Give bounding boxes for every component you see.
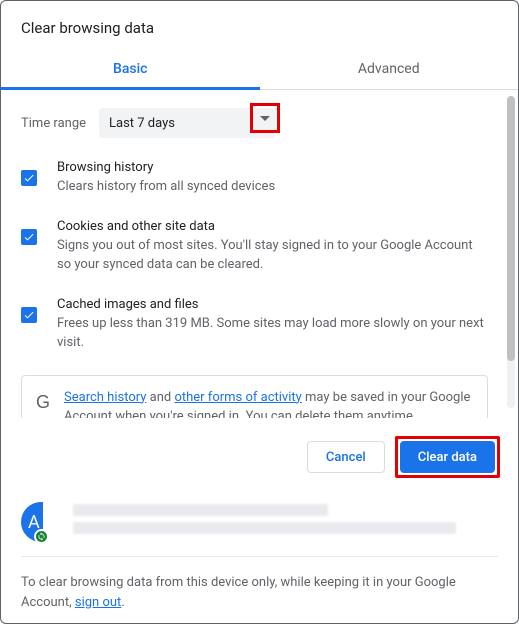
info-text: Search history and other forms of activi…: [64, 388, 473, 419]
checkbox-cache[interactable]: [21, 307, 37, 323]
google-logo-icon: G: [36, 392, 50, 413]
redacted-account-info: [73, 504, 498, 540]
highlight-dropdown-caret: [250, 103, 280, 133]
other-activity-link[interactable]: other forms of activity: [174, 390, 301, 405]
tab-advanced[interactable]: Advanced: [260, 49, 519, 89]
account-row: A: [1, 496, 518, 556]
option-cache: Cached images and files Frees up less th…: [21, 297, 498, 353]
check-icon: [23, 231, 35, 243]
dialog-buttons: Cancel Clear data: [1, 418, 518, 496]
chevron-down-icon: [260, 116, 270, 121]
time-range-select[interactable]: Last 7 days: [99, 108, 275, 138]
sync-badge-icon: [34, 529, 49, 544]
clear-browsing-data-dialog: Clear browsing data Basic Advanced Time …: [1, 1, 518, 623]
check-icon: [23, 309, 35, 321]
time-range-row: Time range Last 7 days: [21, 108, 498, 138]
sign-out-link[interactable]: sign out: [75, 595, 121, 610]
option-title: Cached images and files: [57, 297, 488, 312]
highlight-clear-button: Clear data: [395, 436, 500, 478]
check-icon: [23, 172, 35, 184]
checkbox-cookies[interactable]: [21, 229, 37, 245]
option-browsing-history: Browsing history Clears history from all…: [21, 160, 498, 197]
dialog-title: Clear browsing data: [1, 1, 518, 45]
tab-basic[interactable]: Basic: [1, 49, 260, 89]
option-title: Browsing history: [57, 160, 488, 175]
tab-bar: Basic Advanced: [1, 49, 518, 90]
option-title: Cookies and other site data: [57, 219, 488, 234]
avatar: A: [21, 502, 61, 542]
cancel-button[interactable]: Cancel: [307, 441, 385, 473]
option-cookies: Cookies and other site data Signs you ou…: [21, 219, 498, 275]
time-range-value: Last 7 days: [109, 116, 175, 131]
checkbox-browsing-history[interactable]: [21, 170, 37, 186]
footer-text: To clear browsing data from this device …: [1, 557, 518, 612]
clear-data-button[interactable]: Clear data: [400, 441, 495, 473]
time-range-label: Time range: [21, 116, 99, 131]
option-desc: Frees up less than 319 MB. Some sites ma…: [57, 314, 488, 353]
scrollbar-thumb[interactable]: [507, 96, 515, 361]
google-account-info-box: G Search history and other forms of acti…: [21, 375, 488, 419]
search-history-link[interactable]: Search history: [64, 390, 146, 405]
option-desc: Clears history from all synced devices: [57, 177, 488, 197]
scrollbar[interactable]: [507, 96, 515, 408]
option-desc: Signs you out of most sites. You'll stay…: [57, 236, 488, 275]
options-scroll-area: Time range Last 7 days Browsing history …: [1, 90, 518, 418]
